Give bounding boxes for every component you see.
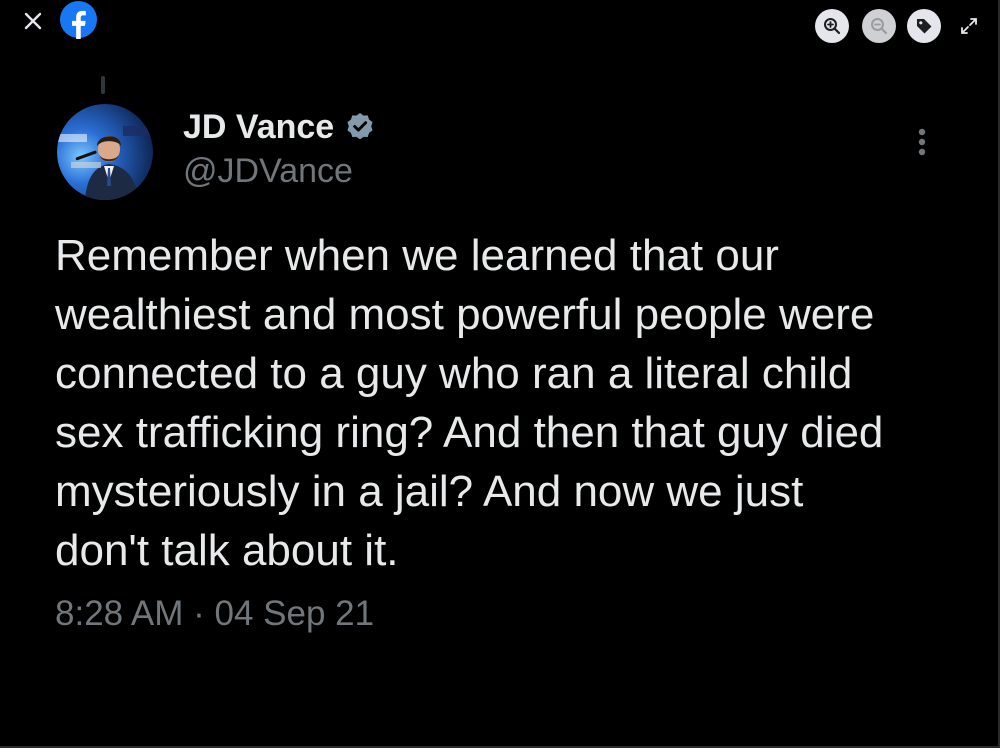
close-icon — [24, 12, 42, 30]
author-row: JD Vance — [183, 106, 376, 148]
more-options-button[interactable] — [910, 124, 934, 164]
photo-viewer: JD Vance @JDVance Remember when we learn… — [0, 0, 1000, 748]
timestamp-separator: · — [183, 594, 215, 633]
facebook-logo[interactable] — [59, 0, 98, 39]
tag-icon — [917, 19, 932, 34]
profile-photo — [57, 104, 153, 200]
zoom-in-button[interactable] — [815, 9, 849, 43]
tag-photo-button[interactable] — [907, 9, 941, 43]
more-vertical-icon — [918, 128, 926, 156]
expand-icon — [961, 18, 977, 34]
facebook-icon — [59, 0, 98, 39]
verified-badge-icon — [347, 113, 373, 140]
zoom-out-button[interactable] — [862, 9, 896, 43]
tweet-time: 8:28 AM — [55, 594, 184, 633]
display-name[interactable]: JD Vance — [183, 106, 334, 148]
tweet-body-text: Remember when we learned that our wealth… — [55, 231, 884, 575]
zoom-out-icon — [871, 18, 888, 35]
avatar[interactable] — [57, 104, 153, 200]
user-handle[interactable]: @JDVance — [183, 150, 353, 192]
zoom-in-icon — [824, 18, 841, 35]
close-button[interactable] — [20, 8, 46, 34]
thread-connector-line — [101, 76, 105, 94]
timestamp[interactable]: 8:28 AM · 04 Sep 21 — [55, 592, 374, 636]
fullscreen-button[interactable] — [958, 15, 980, 37]
tweet-date: 04 Sep 21 — [214, 594, 375, 633]
